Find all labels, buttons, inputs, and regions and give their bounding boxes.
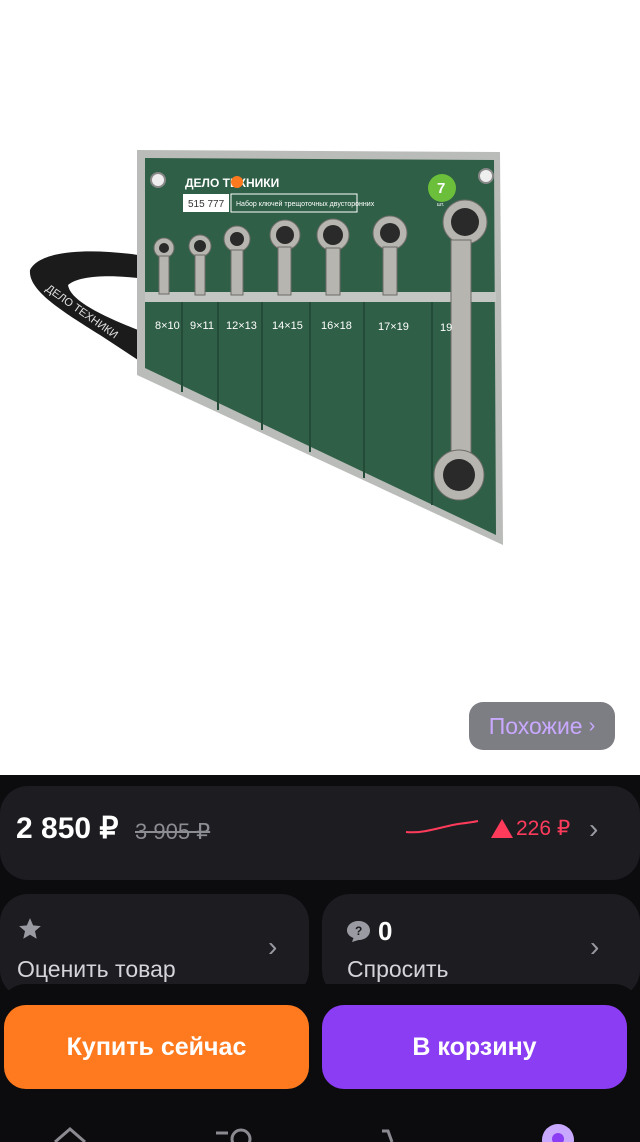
price-trend-icon [405, 820, 479, 834]
price-change-value: 226 ₽ [516, 817, 571, 840]
strap-brand-text: ДЕЛО ТЕХНИКИ [43, 283, 120, 342]
star-icon [19, 918, 41, 939]
size-label: 8×10 [155, 320, 180, 332]
old-price: 3 905 ₽ [135, 819, 211, 844]
similar-label: Похожие [488, 712, 583, 739]
size-label: 14×15 [272, 320, 303, 332]
article-number: 515 777 [188, 199, 225, 210]
chevron-right-icon: › [588, 714, 596, 737]
product-gallery[interactable]: ДЕЛО ТЕХНИКИ ДЕЛО ТЕХНИКИ 515 777 Набор … [0, 0, 640, 775]
similar-button[interactable]: Похожие › [469, 702, 615, 750]
product-image: ДЕЛО ТЕХНИКИ ДЕЛО ТЕХНИКИ 515 777 Набор … [29, 150, 503, 545]
size-label: 17×19 [378, 321, 409, 333]
add-to-cart-button[interactable]: В корзину [322, 1005, 627, 1089]
chevron-right-icon[interactable]: › [589, 813, 598, 845]
count-badge: 7 [437, 180, 445, 197]
size-label: 16×18 [321, 320, 352, 332]
size-label: 9×11 [190, 320, 214, 332]
rate-product-label: Оценить товар [17, 956, 176, 982]
buy-now-button[interactable]: Купить сейчас [4, 1005, 309, 1089]
price-change: 226 ₽ [491, 816, 570, 841]
chevron-right-icon: › [590, 931, 600, 962]
price-card[interactable]: 2 850 ₽ 3 905 ₽ 226 ₽ › [0, 786, 640, 880]
home-icon[interactable] [52, 1126, 88, 1142]
size-label: 12×13 [226, 320, 257, 332]
arrow-up-icon [491, 819, 513, 838]
current-price: 2 850 ₽ [16, 812, 119, 845]
pouch-caption: Набор ключей трещоточных двусторонних [236, 200, 375, 208]
bottom-tab-bar [0, 1118, 640, 1142]
size-label: 19 [440, 322, 452, 334]
profile-icon[interactable] [540, 1122, 576, 1142]
ask-question-tile[interactable]: ? 0 Спросить › [322, 894, 640, 998]
count-unit: шт. [437, 202, 444, 208]
question-bubble-icon: ? [347, 921, 370, 942]
chevron-right-icon: › [268, 931, 278, 962]
rate-product-tile[interactable]: Оценить товар › [0, 894, 309, 998]
questions-count: 0 [378, 916, 393, 946]
ask-question-label: Спросить [347, 956, 449, 982]
svg-text:?: ? [355, 924, 362, 938]
cart-icon[interactable] [380, 1126, 414, 1142]
search-icon[interactable] [214, 1126, 254, 1142]
